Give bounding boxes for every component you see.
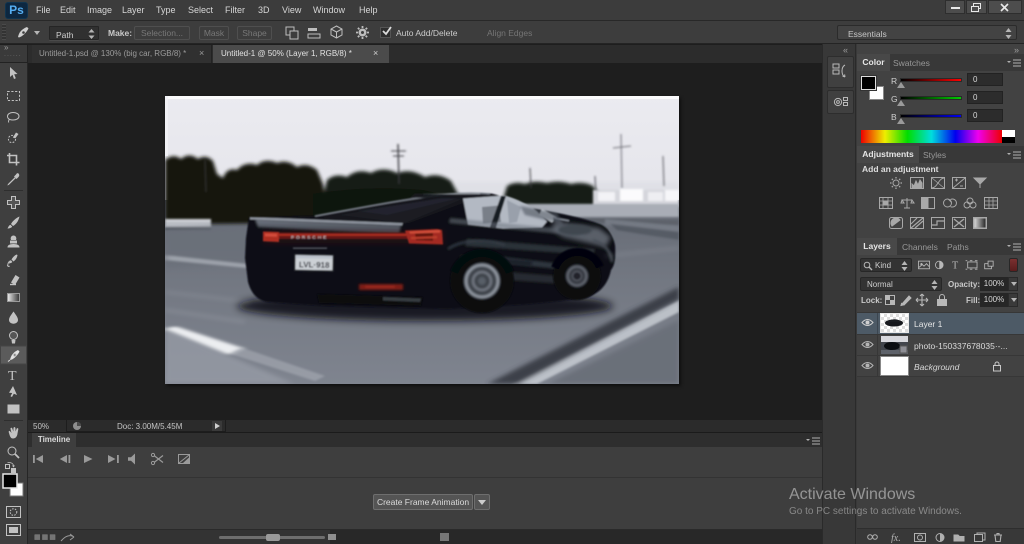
svg-text:T: T bbox=[8, 369, 17, 384]
svg-text:LVL·918: LVL·918 bbox=[299, 260, 330, 270]
svg-text:T: T bbox=[952, 261, 959, 272]
svg-text:fx.: fx. bbox=[891, 533, 901, 543]
svg-text:PORSCHE: PORSCHE bbox=[291, 235, 328, 240]
